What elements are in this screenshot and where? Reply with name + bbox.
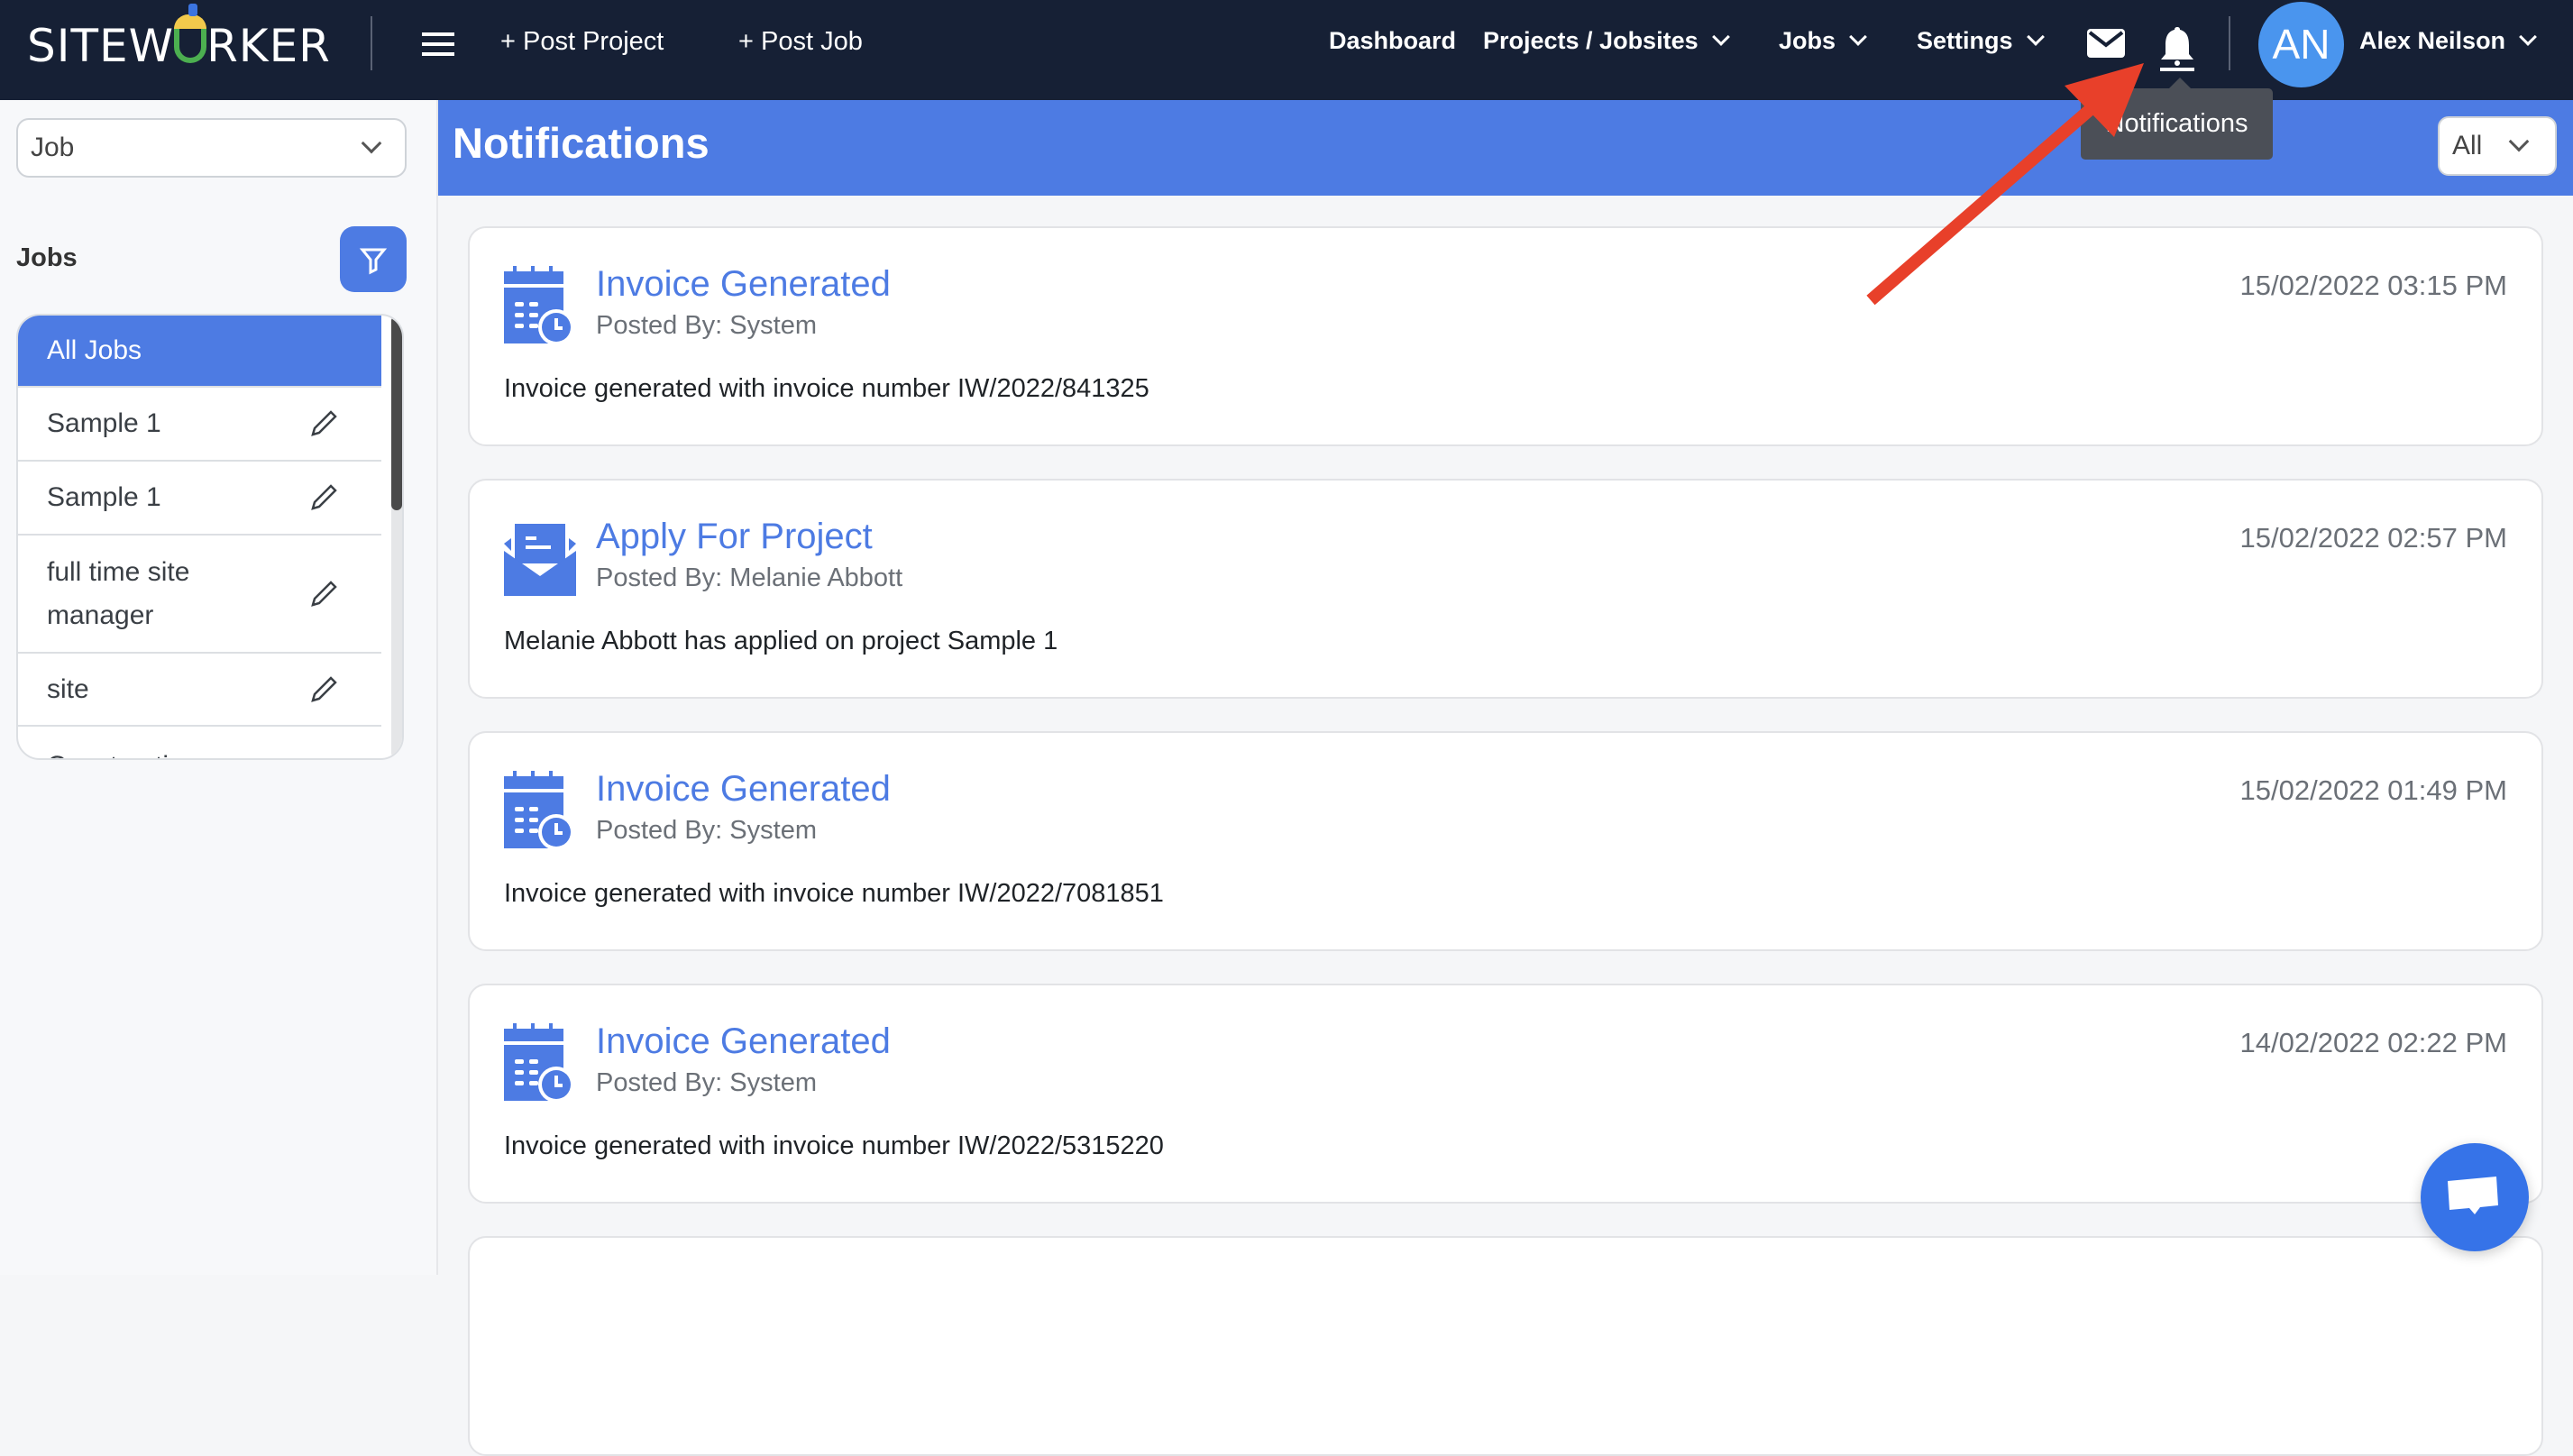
- annotation-arrow: [1866, 63, 2144, 306]
